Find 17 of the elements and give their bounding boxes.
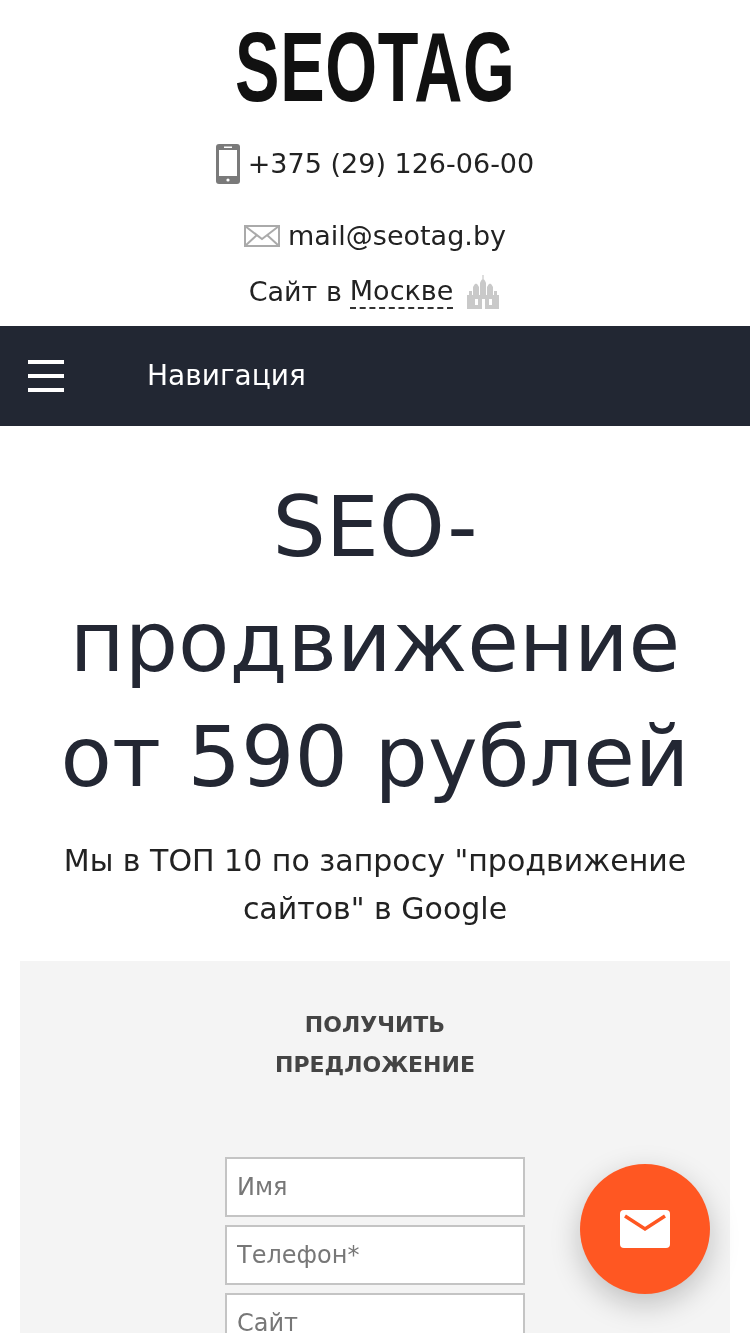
- menu-icon[interactable]: [28, 360, 64, 392]
- form-title: ПОЛУЧИТЬ ПРЕДЛОЖЕНИЕ: [274, 1011, 476, 1079]
- email-link[interactable]: mail@seotag.by: [288, 218, 506, 254]
- phone-field[interactable]: Телефон*: [225, 1225, 525, 1285]
- city-label: Сайт в: [248, 275, 342, 309]
- envelope-icon: [244, 225, 280, 247]
- city-link[interactable]: Москве: [349, 275, 454, 309]
- navigation-button[interactable]: Навигация: [0, 355, 306, 397]
- mobile-phone-icon: [215, 144, 240, 184]
- envelope-icon: [620, 1210, 670, 1248]
- hero-subtitle: Мы в ТОП 10 по запросу "продвижение сайтов" в Google: [62, 842, 688, 928]
- hero-heading: SEO-продвижение от 590 рублей: [59, 477, 691, 808]
- site-field[interactable]: Сайт: [225, 1293, 525, 1333]
- phone-link[interactable]: +375 (29) 126-06-00: [247, 146, 535, 182]
- name-field[interactable]: Имя: [225, 1157, 525, 1217]
- building-icon: [465, 275, 502, 309]
- logo[interactable]: SEOTAG: [234, 18, 516, 116]
